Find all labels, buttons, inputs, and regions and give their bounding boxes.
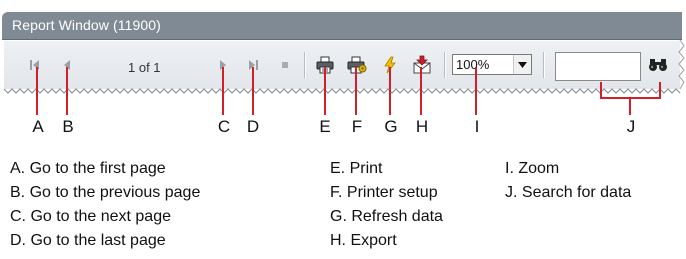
- marker-h: H: [415, 117, 429, 136]
- marker-i: I: [474, 117, 480, 136]
- legend-item: C. Go to the next page: [10, 208, 171, 225]
- marker-f: F: [351, 117, 363, 136]
- marker-e: E: [319, 117, 331, 136]
- legend-column-output: E. Print F. Printer setup G. Refresh dat…: [330, 157, 443, 253]
- legend-item: H. Export: [330, 232, 397, 249]
- callout-bracket-j: [600, 82, 661, 115]
- legend-item: E. Print: [330, 160, 383, 177]
- marker-g: G: [384, 117, 398, 136]
- legend-item: G. Refresh data: [330, 208, 443, 225]
- legend-column-view: I. Zoom J. Search for data: [505, 157, 631, 205]
- legend-item: D. Go to the last page: [10, 232, 166, 249]
- marker-a: A: [32, 117, 44, 136]
- legend-item: J. Search for data: [505, 184, 632, 201]
- legend-item: B. Go to the previous page: [10, 184, 201, 201]
- marker-d: D: [246, 117, 260, 136]
- legend-item: A. Go to the first page: [10, 160, 166, 177]
- marker-b: B: [62, 117, 74, 136]
- legend-item: F. Printer setup: [330, 184, 438, 201]
- marker-c: C: [217, 117, 231, 136]
- marker-j: J: [626, 117, 636, 136]
- legend-item: I. Zoom: [505, 160, 560, 177]
- legend-column-navigation: A. Go to the first page B. Go to the pre…: [10, 157, 200, 253]
